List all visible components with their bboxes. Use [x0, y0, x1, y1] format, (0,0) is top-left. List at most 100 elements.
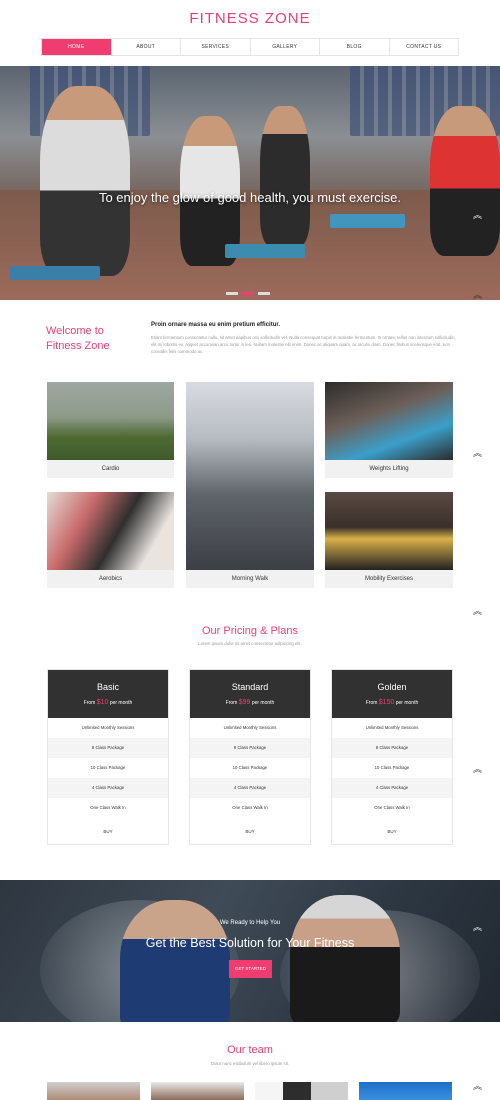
pricing-title: Our Pricing & Plans: [202, 625, 298, 637]
cta-banner: We Ready to Help You Get the Best Soluti…: [0, 880, 500, 1022]
gallery-card-morning-walk[interactable]: Morning Walk: [186, 382, 314, 588]
plan-card-standard: Standard From $99 per month Unlimited Mo…: [189, 669, 311, 845]
welcome-title: Welcome to Fitness Zone: [46, 324, 136, 354]
buy-button[interactable]: BUY: [190, 818, 310, 846]
gallery-label: Weights Lifting: [369, 466, 409, 472]
slider-dot-active[interactable]: [242, 292, 254, 295]
scroll-up-icon[interactable]: ︽: [473, 607, 482, 616]
plan-feature: 4 Class Package: [332, 778, 452, 798]
gallery-card-cardio[interactable]: Cardio: [47, 382, 174, 478]
team-member-photo[interactable]: [47, 1082, 140, 1100]
plan-name: Basic: [96, 682, 119, 692]
step-platform: [10, 266, 100, 280]
gallery-label: Mobility Exercises: [364, 576, 413, 582]
slider-dots: [226, 292, 270, 295]
plan-feature: 10 Class Package: [90, 765, 126, 770]
price-period: per month: [251, 700, 275, 706]
plan-feature: 10 Class Package: [232, 765, 268, 770]
nav-gallery[interactable]: GALLERY: [251, 39, 320, 55]
scroll-up-icon[interactable]: ︽: [473, 291, 482, 300]
buy-button[interactable]: BUY: [332, 818, 452, 846]
plan-feature: 8 Class Package: [332, 738, 452, 758]
main-nav: HOME ABOUT SERVICES GALLERY BLOG CONTACT…: [41, 38, 459, 56]
cardio-photo: [47, 382, 174, 460]
athlete-figure: [430, 106, 500, 256]
plan-price: From $150 per month: [332, 699, 452, 706]
price-amount: $150: [378, 699, 395, 706]
scroll-up-icon[interactable]: ︽: [473, 211, 482, 220]
plan-feature: 8 Class Package: [48, 738, 168, 758]
plan-feature: 4 Class Package: [190, 778, 310, 798]
hero-caption: To enjoy the glow of good health, you mu…: [98, 190, 402, 205]
plan-price: From $10 per month: [48, 699, 168, 706]
plan-feature: One Class Walk In: [232, 805, 268, 810]
plan-name: Golden: [377, 682, 407, 692]
plan-header: Golden From $150 per month: [332, 670, 452, 718]
morning-walk-photo: [186, 382, 314, 570]
step-platform: [330, 214, 405, 228]
price-amount: $99: [238, 699, 251, 706]
athlete-figure: [40, 86, 130, 276]
mobility-photo: [325, 492, 453, 570]
welcome-title-line: Fitness Zone: [46, 340, 110, 352]
get-started-button[interactable]: GET STARTED: [229, 960, 272, 978]
gallery-card-mobility[interactable]: Mobility Exercises: [325, 492, 453, 588]
plan-feature: One Class Walk In: [90, 805, 126, 810]
athlete-figure: [260, 106, 310, 246]
swimmer-figure: [290, 895, 400, 1022]
welcome-title-line: Welcome to: [46, 325, 104, 337]
welcome-text: Etiam fermentum consectetur nullu, sit a…: [151, 335, 456, 354]
price-from: From: [365, 700, 378, 706]
team-subtitle: Dolor nunc estibulum vel libero ipsum si…: [210, 1061, 290, 1066]
nav-services[interactable]: SERVICES: [181, 39, 251, 55]
plan-price: From $99 per month: [190, 699, 310, 706]
banner-kicker: We Ready to Help You: [219, 920, 281, 926]
slider-dot[interactable]: [226, 292, 238, 295]
plan-feature: Unlimited Monthly Sessions: [223, 725, 277, 730]
nav-contact[interactable]: CONTACT US: [390, 39, 459, 55]
welcome-heading: Proin ornare massa eu enim pretium effic…: [151, 322, 281, 328]
plan-card-basic: Basic From $10 per month Unlimited Month…: [47, 669, 169, 845]
nav-about[interactable]: ABOUT: [112, 39, 181, 55]
site-logo[interactable]: FITNESS ZONE: [0, 10, 500, 27]
price-period: per month: [109, 700, 133, 706]
plan-feature: 8 Class Package: [190, 738, 310, 758]
plan-card-golden: Golden From $150 per month Unlimited Mon…: [331, 669, 453, 845]
banner-title: Get the Best Solution for Your Fitness: [145, 936, 355, 950]
nav-blog[interactable]: BLOG: [320, 39, 390, 55]
gallery-card-aerobics[interactable]: Aerobics: [47, 492, 174, 588]
price-period: per month: [395, 700, 419, 706]
scroll-up-icon[interactable]: ︽: [473, 765, 482, 774]
plan-header: Basic From $10 per month: [48, 670, 168, 718]
slider-dot[interactable]: [258, 292, 270, 295]
aerobics-photo: [47, 492, 174, 570]
scroll-up-icon[interactable]: ︽: [473, 1082, 482, 1091]
plan-name: Standard: [231, 682, 269, 692]
scroll-up-icon[interactable]: ︽: [473, 449, 482, 458]
price-amount: $10: [96, 699, 109, 706]
plan-feature: One Class Walk In: [374, 805, 410, 810]
team-member-photo[interactable]: [151, 1082, 244, 1100]
plan-header: Standard From $99 per month: [190, 670, 310, 718]
gallery-card-weights[interactable]: Weights Lifting: [325, 382, 453, 478]
pricing-subtitle: Lorem ipsum dolor sit amet consectetur a…: [198, 641, 302, 646]
plan-feature: Unlimited Monthly Sessions: [81, 725, 135, 730]
gallery-label: Aerobics: [98, 576, 123, 582]
nav-home[interactable]: HOME: [42, 39, 112, 55]
step-platform: [225, 244, 305, 258]
buy-button[interactable]: BUY: [48, 818, 168, 846]
plan-feature: 4 Class Package: [48, 778, 168, 798]
team-member-photo[interactable]: [255, 1082, 348, 1100]
team-member-photo[interactable]: [359, 1082, 452, 1100]
price-from: From: [83, 700, 96, 706]
swimmer-figure: [120, 900, 230, 1022]
gallery-label: Morning Walk: [231, 576, 269, 582]
plan-feature: 10 Class Package: [374, 765, 410, 770]
team-title: Our team: [227, 1044, 273, 1056]
gallery-label: Cardio: [101, 466, 120, 472]
plan-feature: Unlimited Monthly Sessions: [365, 725, 419, 730]
scroll-up-icon[interactable]: ︽: [473, 923, 482, 932]
weights-photo: [325, 382, 453, 460]
price-from: From: [225, 700, 238, 706]
hero-slider: To enjoy the glow of good health, you mu…: [0, 66, 500, 300]
